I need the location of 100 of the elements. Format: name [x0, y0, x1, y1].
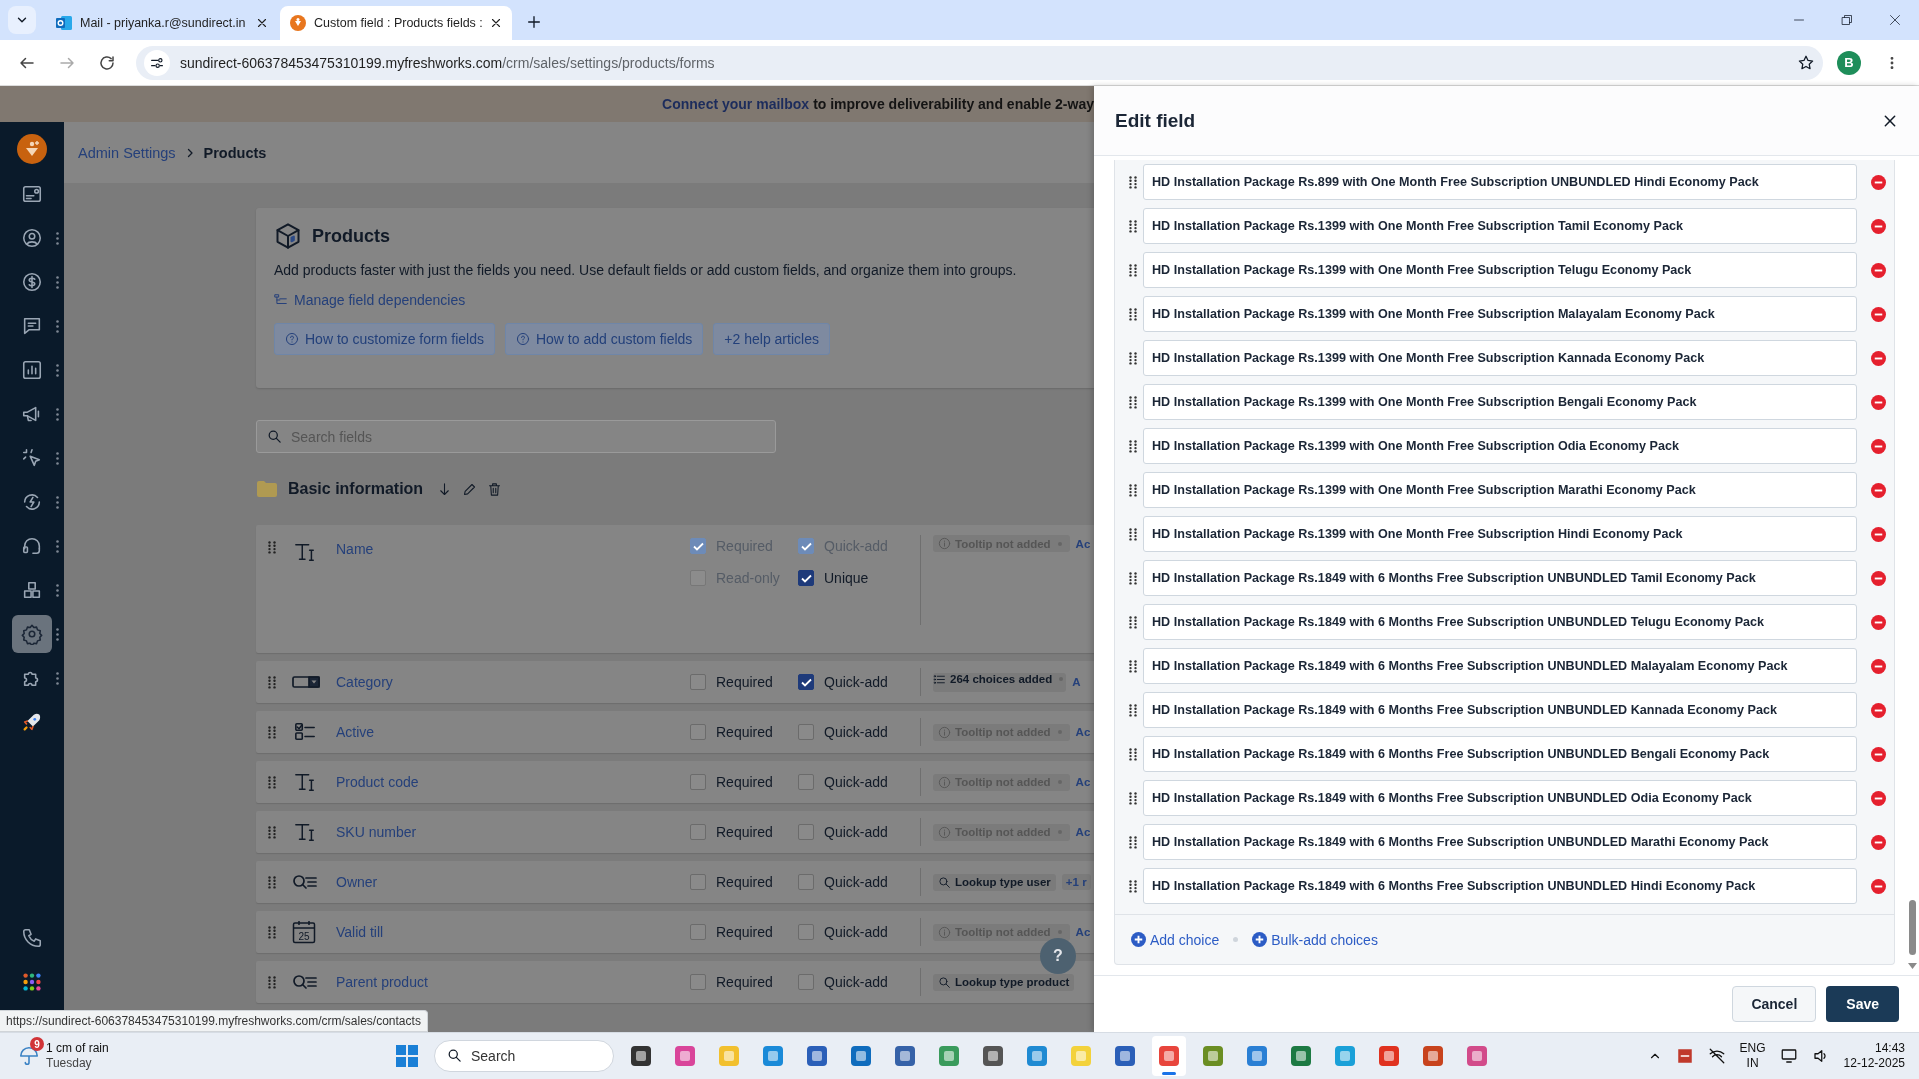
remove-icon[interactable]	[1871, 746, 1886, 762]
remove-icon[interactable]	[1871, 218, 1886, 234]
drag-handle-icon[interactable]	[1129, 527, 1137, 541]
choice-input[interactable]: HD Installation Package Rs.1399 with One Month Free Subscription Telugu Economy Pack	[1143, 252, 1857, 288]
more-icon[interactable]	[56, 276, 59, 289]
checkbox[interactable]	[690, 874, 706, 890]
choice-input[interactable]: HD Installation Package Rs.1849 with 6 Months Free Subscription UNBUNDLED Marathi Economy Pack	[1143, 824, 1857, 860]
choice-input[interactable]: HD Installation Package Rs.1399 with One Month Free Subscription Marathi Economy Pack	[1143, 472, 1857, 508]
drag-handle-icon[interactable]	[268, 875, 276, 889]
checkbox[interactable]	[798, 974, 814, 990]
more-icon[interactable]	[56, 672, 59, 685]
choice-input[interactable]: HD Installation Package Rs.1399 with One Month Free Subscription Malayalam Economy Pack	[1143, 296, 1857, 332]
browser-tab[interactable]: Mail - priyanka.r@sundirect.in	[46, 6, 278, 40]
clock-time[interactable]: 14:43	[1874, 1041, 1905, 1056]
drag-handle-icon[interactable]	[1129, 835, 1137, 849]
drag-handle-icon[interactable]	[1129, 879, 1137, 893]
language-text[interactable]: ENG	[1739, 1041, 1766, 1056]
scroll-down-icon[interactable]	[1907, 963, 1917, 969]
checkbox[interactable]	[798, 774, 814, 790]
drag-handle-icon[interactable]	[268, 675, 276, 689]
drag-handle-icon[interactable]	[1129, 175, 1137, 189]
drag-handle-icon[interactable]	[268, 541, 276, 554]
remove-icon[interactable]	[1871, 570, 1886, 586]
checkbox[interactable]	[798, 724, 814, 740]
close-button[interactable]	[1883, 113, 1897, 128]
remove-icon[interactable]	[1871, 350, 1886, 366]
drag-handle-icon[interactable]	[268, 925, 276, 939]
checkbox[interactable]	[798, 824, 814, 840]
remove-icon[interactable]	[1871, 526, 1886, 542]
checkbox[interactable]	[798, 674, 814, 690]
choice-input[interactable]: HD Installation Package Rs.1849 with 6 Months Free Subscription UNBUNDLED Kannada Economy Pack	[1143, 692, 1857, 728]
drag-handle-icon[interactable]	[1129, 219, 1137, 233]
remove-icon[interactable]	[1871, 878, 1886, 894]
bulk-add-link[interactable]: Bulk-add choices	[1252, 931, 1378, 948]
app-logo-icon[interactable]	[17, 134, 47, 164]
drag-handle-icon[interactable]	[268, 725, 276, 739]
browser-tab[interactable]: Custom field : Products fields :	[280, 6, 512, 40]
remove-icon[interactable]	[1871, 482, 1886, 498]
remove-icon[interactable]	[1871, 834, 1886, 850]
clock-date[interactable]: 12-12-2025	[1843, 1056, 1905, 1071]
more-icon[interactable]	[56, 232, 59, 245]
more-icon[interactable]	[56, 540, 59, 553]
drag-handle-icon[interactable]	[1129, 263, 1137, 277]
choice-input[interactable]: HD Installation Package Rs.1849 with 6 Months Free Subscription UNBUNDLED Tamil Economy Pack	[1143, 560, 1857, 596]
cancel-button[interactable]: Cancel	[1732, 986, 1817, 1022]
more-icon[interactable]	[56, 496, 59, 509]
more-icon[interactable]	[56, 320, 59, 333]
remove-icon[interactable]	[1871, 262, 1886, 278]
drag-handle-icon[interactable]	[268, 775, 276, 789]
drag-handle-icon[interactable]	[1129, 659, 1137, 673]
checkbox[interactable]	[798, 570, 814, 586]
checkbox[interactable]	[690, 724, 706, 740]
remove-icon[interactable]	[1871, 174, 1886, 190]
choice-input[interactable]: HD Installation Package Rs.1399 with One Month Free Subscription Hindi Economy Pack	[1143, 516, 1857, 552]
save-button[interactable]: Save	[1826, 986, 1899, 1022]
checkbox[interactable]	[798, 874, 814, 890]
scrollbar-thumb[interactable]	[1908, 900, 1916, 955]
drag-handle-icon[interactable]	[1129, 483, 1137, 497]
more-icon[interactable]	[56, 364, 59, 377]
checkbox[interactable]	[690, 924, 706, 940]
drag-handle-icon[interactable]	[1129, 351, 1137, 365]
remove-icon[interactable]	[1871, 702, 1886, 718]
drag-handle-icon[interactable]	[1129, 615, 1137, 629]
choice-input[interactable]: HD Installation Package Rs.1399 with One Month Free Subscription Tamil Economy Pack	[1143, 208, 1857, 244]
drag-handle-icon[interactable]	[268, 975, 276, 989]
remove-icon[interactable]	[1871, 438, 1886, 454]
remove-icon[interactable]	[1871, 658, 1886, 674]
drag-handle-icon[interactable]	[1129, 307, 1137, 321]
choice-input[interactable]: HD Installation Package Rs.1849 with 6 Months Free Subscription UNBUNDLED Bengali Economy Pack	[1143, 736, 1857, 772]
choice-input[interactable]: HD Installation Package Rs.1849 with 6 Months Free Subscription UNBUNDLED Telugu Economy Pack	[1143, 604, 1857, 640]
choice-input[interactable]: HD Installation Package Rs.1399 with One Month Free Subscription Bengali Economy Pack	[1143, 384, 1857, 420]
drag-handle-icon[interactable]	[1129, 395, 1137, 409]
remove-icon[interactable]	[1871, 614, 1886, 630]
drag-handle-icon[interactable]	[1129, 791, 1137, 805]
remove-icon[interactable]	[1871, 394, 1886, 410]
more-icon[interactable]	[56, 584, 59, 597]
more-icon[interactable]	[56, 408, 59, 421]
more-icon[interactable]	[56, 452, 59, 465]
checkbox[interactable]	[690, 774, 706, 790]
taskbar-search-field[interactable]: Search	[434, 1040, 614, 1072]
choice-input[interactable]: HD Installation Package Rs.899 with One Month Free Subscription UNBUNDLED Hindi Economy Pack	[1143, 164, 1857, 200]
choice-input[interactable]: HD Installation Package Rs.1849 with 6 Months Free Subscription UNBUNDLED Odia Economy Pack	[1143, 780, 1857, 816]
drag-handle-icon[interactable]	[268, 825, 276, 839]
choice-input[interactable]: HD Installation Package Rs.1399 with One Month Free Subscription Odia Economy Pack	[1143, 428, 1857, 464]
drag-handle-icon[interactable]	[1129, 439, 1137, 453]
address-bar[interactable]: sundirect-606378453475310199.myfreshworks.com/crm/sales/settings/products/forms	[136, 45, 1823, 80]
drag-handle-icon[interactable]	[1129, 703, 1137, 717]
choice-input[interactable]: HD Installation Package Rs.1399 with One Month Free Subscription Kannada Economy Pack	[1143, 340, 1857, 376]
profile-avatar[interactable]: B	[1837, 50, 1861, 75]
remove-icon[interactable]	[1871, 790, 1886, 806]
choice-input[interactable]: HD Installation Package Rs.1849 with 6 Months Free Subscription UNBUNDLED Hindi Economy Pack	[1143, 868, 1857, 904]
add-choice-link[interactable]: Add choice	[1131, 931, 1220, 948]
drag-handle-icon[interactable]	[1129, 747, 1137, 761]
checkbox[interactable]	[690, 674, 706, 690]
choice-input[interactable]: HD Installation Package Rs.1849 with 6 Months Free Subscription UNBUNDLED Malayalam Economy Pack	[1143, 648, 1857, 684]
region-text[interactable]: IN	[1746, 1056, 1759, 1071]
more-icon[interactable]	[56, 628, 59, 641]
remove-icon[interactable]	[1871, 306, 1886, 322]
checkbox[interactable]	[690, 974, 706, 990]
checkbox[interactable]	[690, 824, 706, 840]
